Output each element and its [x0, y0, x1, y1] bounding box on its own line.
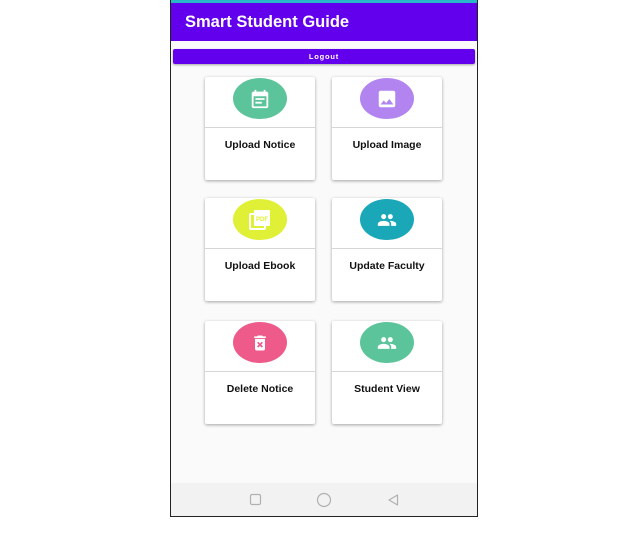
logout-button[interactable]: Logout — [173, 49, 475, 64]
upload-ebook-card[interactable]: PDF Upload Ebook — [205, 198, 315, 301]
card-label: Student View — [354, 383, 420, 395]
trash-icon — [233, 322, 287, 363]
card-label: Upload Ebook — [224, 260, 296, 272]
app-title: Smart Student Guide — [185, 13, 350, 31]
square-icon — [249, 493, 261, 506]
student-view-card[interactable]: Student View — [332, 321, 442, 424]
app-bar: Smart Student Guide — [171, 3, 477, 41]
card-label: Upload Image — [352, 139, 422, 151]
people-icon — [360, 322, 414, 363]
card-label: Update Faculty — [349, 260, 425, 272]
card-label: Delete Notice — [226, 383, 294, 395]
upload-image-card[interactable]: Upload Image — [332, 77, 442, 180]
recents-button[interactable] — [247, 492, 263, 508]
card-divider — [205, 371, 315, 372]
card-divider — [205, 127, 315, 128]
update-faculty-card[interactable]: Update Faculty — [332, 198, 442, 301]
card-divider — [332, 371, 442, 372]
navigation-bar — [171, 483, 477, 516]
back-button[interactable] — [385, 492, 401, 508]
pdf-icon: PDF — [233, 199, 287, 240]
people-icon — [360, 199, 414, 240]
image-icon — [360, 78, 414, 119]
circle-icon — [316, 492, 332, 507]
svg-text:PDF: PDF — [256, 217, 268, 223]
home-button[interactable] — [316, 492, 332, 508]
delete-notice-card[interactable]: Delete Notice — [205, 321, 315, 424]
card-divider — [332, 248, 442, 249]
upload-notice-card[interactable]: Upload Notice — [205, 77, 315, 180]
phone-screen: Smart Student Guide Logout Upload Notice… — [170, 0, 478, 517]
back-triangle-icon — [388, 493, 398, 506]
card-divider — [332, 127, 442, 128]
calendar-icon — [233, 78, 287, 119]
card-label: Upload Notice — [224, 139, 296, 151]
card-divider — [205, 248, 315, 249]
